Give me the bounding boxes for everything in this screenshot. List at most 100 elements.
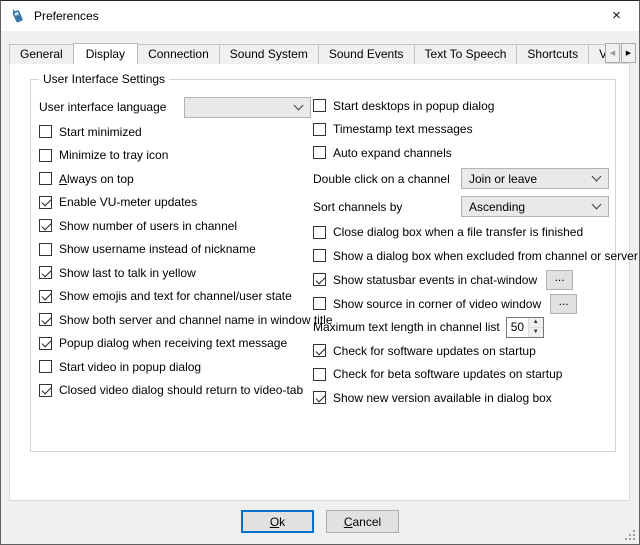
check-label: Show a dialog box when excluded from cha… <box>333 249 638 263</box>
checkbox[interactable] <box>39 290 52 303</box>
checkbox[interactable] <box>39 360 52 373</box>
check-row-closed-video-return[interactable]: Closed video dialog should return to vid… <box>39 379 311 403</box>
check-label: Minimize to tray icon <box>59 148 168 162</box>
check-label: Enable VU-meter updates <box>59 195 197 209</box>
check-row-username-instead-nickname[interactable]: Show username instead of nickname <box>39 238 311 262</box>
preferences-dialog: Preferences × General Display Connection… <box>0 0 640 545</box>
tab-scroller: ◀ ▶ <box>605 43 636 63</box>
titlebar[interactable]: Preferences × <box>1 1 639 31</box>
check-row-emojis[interactable]: Show emojis and text for channel/user st… <box>39 285 311 309</box>
language-combobox[interactable] <box>184 97 311 118</box>
tab-sound-system[interactable]: Sound System <box>219 44 319 64</box>
ok-button[interactable]: Ok <box>241 510 314 533</box>
checkbox[interactable] <box>313 297 326 310</box>
sort-channels-combobox[interactable]: Ascending <box>461 196 609 217</box>
close-icon[interactable]: × <box>594 1 639 30</box>
checkbox[interactable] <box>313 344 326 357</box>
checkbox[interactable] <box>39 384 52 397</box>
display-tab-page: User Interface Settings User interface l… <box>9 63 630 501</box>
tab-sound-events[interactable]: Sound Events <box>318 44 415 64</box>
check-row-close-on-transfer[interactable]: Close dialog box when a file transfer is… <box>313 221 609 245</box>
tab-display[interactable]: Display <box>73 43 138 64</box>
check-label: Start minimized <box>59 125 142 139</box>
resize-grip[interactable] <box>624 529 636 541</box>
check-label: Show statusbar events in chat-window <box>333 273 537 287</box>
checkbox[interactable] <box>39 337 52 350</box>
check-label: Popup dialog when receiving text message <box>59 336 287 350</box>
tab-connection[interactable]: Connection <box>137 44 220 64</box>
check-row-desktops-popup[interactable]: Start desktops in popup dialog <box>313 94 609 118</box>
language-label: User interface language <box>39 100 166 114</box>
chevron-down-icon <box>294 100 304 110</box>
spinner-up-icon[interactable]: ▲ <box>529 318 543 328</box>
check-row-software-updates[interactable]: Check for software updates on startup <box>313 339 609 363</box>
check-label: Show emojis and text for channel/user st… <box>59 289 292 303</box>
check-label: Closed video dialog should return to vid… <box>59 383 303 397</box>
video-source-row: Show source in corner of video window ..… <box>313 292 609 316</box>
tab-bar: General Display Connection Sound System … <box>9 42 606 64</box>
checkbox[interactable] <box>39 313 52 326</box>
check-row-show-user-count[interactable]: Show number of users in channel <box>39 214 311 238</box>
sort-channels-label: Sort channels by <box>313 200 402 214</box>
check-row-start-minimized[interactable]: Start minimized <box>39 120 311 144</box>
check-row-vu-meter[interactable]: Enable VU-meter updates <box>39 191 311 215</box>
checkbox[interactable] <box>313 226 326 239</box>
checkbox[interactable] <box>313 123 326 136</box>
check-row-new-version-dialog[interactable]: Show new version available in dialog box <box>313 386 609 410</box>
statusbar-events-more-button[interactable]: ... <box>546 270 573 290</box>
check-row-auto-expand[interactable]: Auto expand channels <box>313 141 609 165</box>
button-row: Ok Cancel <box>1 510 639 533</box>
check-row-last-to-talk[interactable]: Show last to talk in yellow <box>39 261 311 285</box>
tab-scroll-right-icon[interactable]: ▶ <box>621 43 636 63</box>
max-text-length-spinner[interactable]: 50 ▲ ▼ <box>506 317 544 338</box>
checkbox[interactable] <box>39 172 52 185</box>
check-label: Close dialog box when a file transfer is… <box>333 225 583 239</box>
sort-channels-row: Sort channels by Ascending <box>313 193 609 221</box>
double-click-combobox[interactable]: Join or leave <box>461 168 609 189</box>
checkbox[interactable] <box>39 266 52 279</box>
check-label: Show source in corner of video window <box>333 297 541 311</box>
check-label: Show username instead of nickname <box>59 242 256 256</box>
check-row-beta-updates[interactable]: Check for beta software updates on start… <box>313 363 609 387</box>
chevron-down-icon <box>592 172 602 182</box>
spinner-down-icon[interactable]: ▼ <box>529 328 543 337</box>
check-row-video-popup[interactable]: Start video in popup dialog <box>39 355 311 379</box>
double-click-value: Join or leave <box>469 172 593 186</box>
checkbox[interactable] <box>313 391 326 404</box>
checkbox[interactable] <box>313 249 326 262</box>
check-label: Check for beta software updates on start… <box>333 367 562 381</box>
checkbox[interactable] <box>39 243 52 256</box>
check-row-always-on-top[interactable]: Always on top <box>39 167 311 191</box>
check-label: Auto expand channels <box>333 146 452 160</box>
cancel-button-label: Cancel <box>344 515 381 529</box>
checkbox[interactable] <box>313 273 326 286</box>
checkbox[interactable] <box>39 219 52 232</box>
tab-video[interactable]: Video <box>588 44 606 64</box>
checkbox[interactable] <box>313 99 326 112</box>
right-column: Start desktops in popup dialog Timestamp… <box>313 94 609 410</box>
window-title: Preferences <box>34 9 99 23</box>
checkbox[interactable] <box>39 125 52 138</box>
checkbox[interactable] <box>313 368 326 381</box>
statusbar-events-row: Show statusbar events in chat-window ... <box>313 268 609 292</box>
check-row-excluded-dialog[interactable]: Show a dialog box when excluded from cha… <box>313 244 609 268</box>
tab-scroll-left-icon[interactable]: ◀ <box>605 43 620 63</box>
check-label: Show both server and channel name in win… <box>59 313 333 327</box>
check-row-minimize-to-tray[interactable]: Minimize to tray icon <box>39 144 311 168</box>
checkbox[interactable] <box>313 146 326 159</box>
checkbox[interactable] <box>39 149 52 162</box>
max-text-length-row: Maximum text length in channel list 50 ▲… <box>313 316 609 340</box>
video-source-more-button[interactable]: ... <box>550 294 577 314</box>
check-label: Show number of users in channel <box>59 219 237 233</box>
tab-general[interactable]: General <box>9 44 74 64</box>
check-row-popup-text-message[interactable]: Popup dialog when receiving text message <box>39 332 311 356</box>
checkbox[interactable] <box>39 196 52 209</box>
cancel-button[interactable]: Cancel <box>326 510 399 533</box>
max-text-length-value: 50 <box>507 318 528 337</box>
tab-shortcuts[interactable]: Shortcuts <box>516 44 589 64</box>
language-row: User interface language <box>39 94 311 120</box>
check-label: Timestamp text messages <box>333 122 473 136</box>
check-row-timestamp-messages[interactable]: Timestamp text messages <box>313 118 609 142</box>
tab-text-to-speech[interactable]: Text To Speech <box>414 44 518 64</box>
check-row-server-channel-title[interactable]: Show both server and channel name in win… <box>39 308 311 332</box>
